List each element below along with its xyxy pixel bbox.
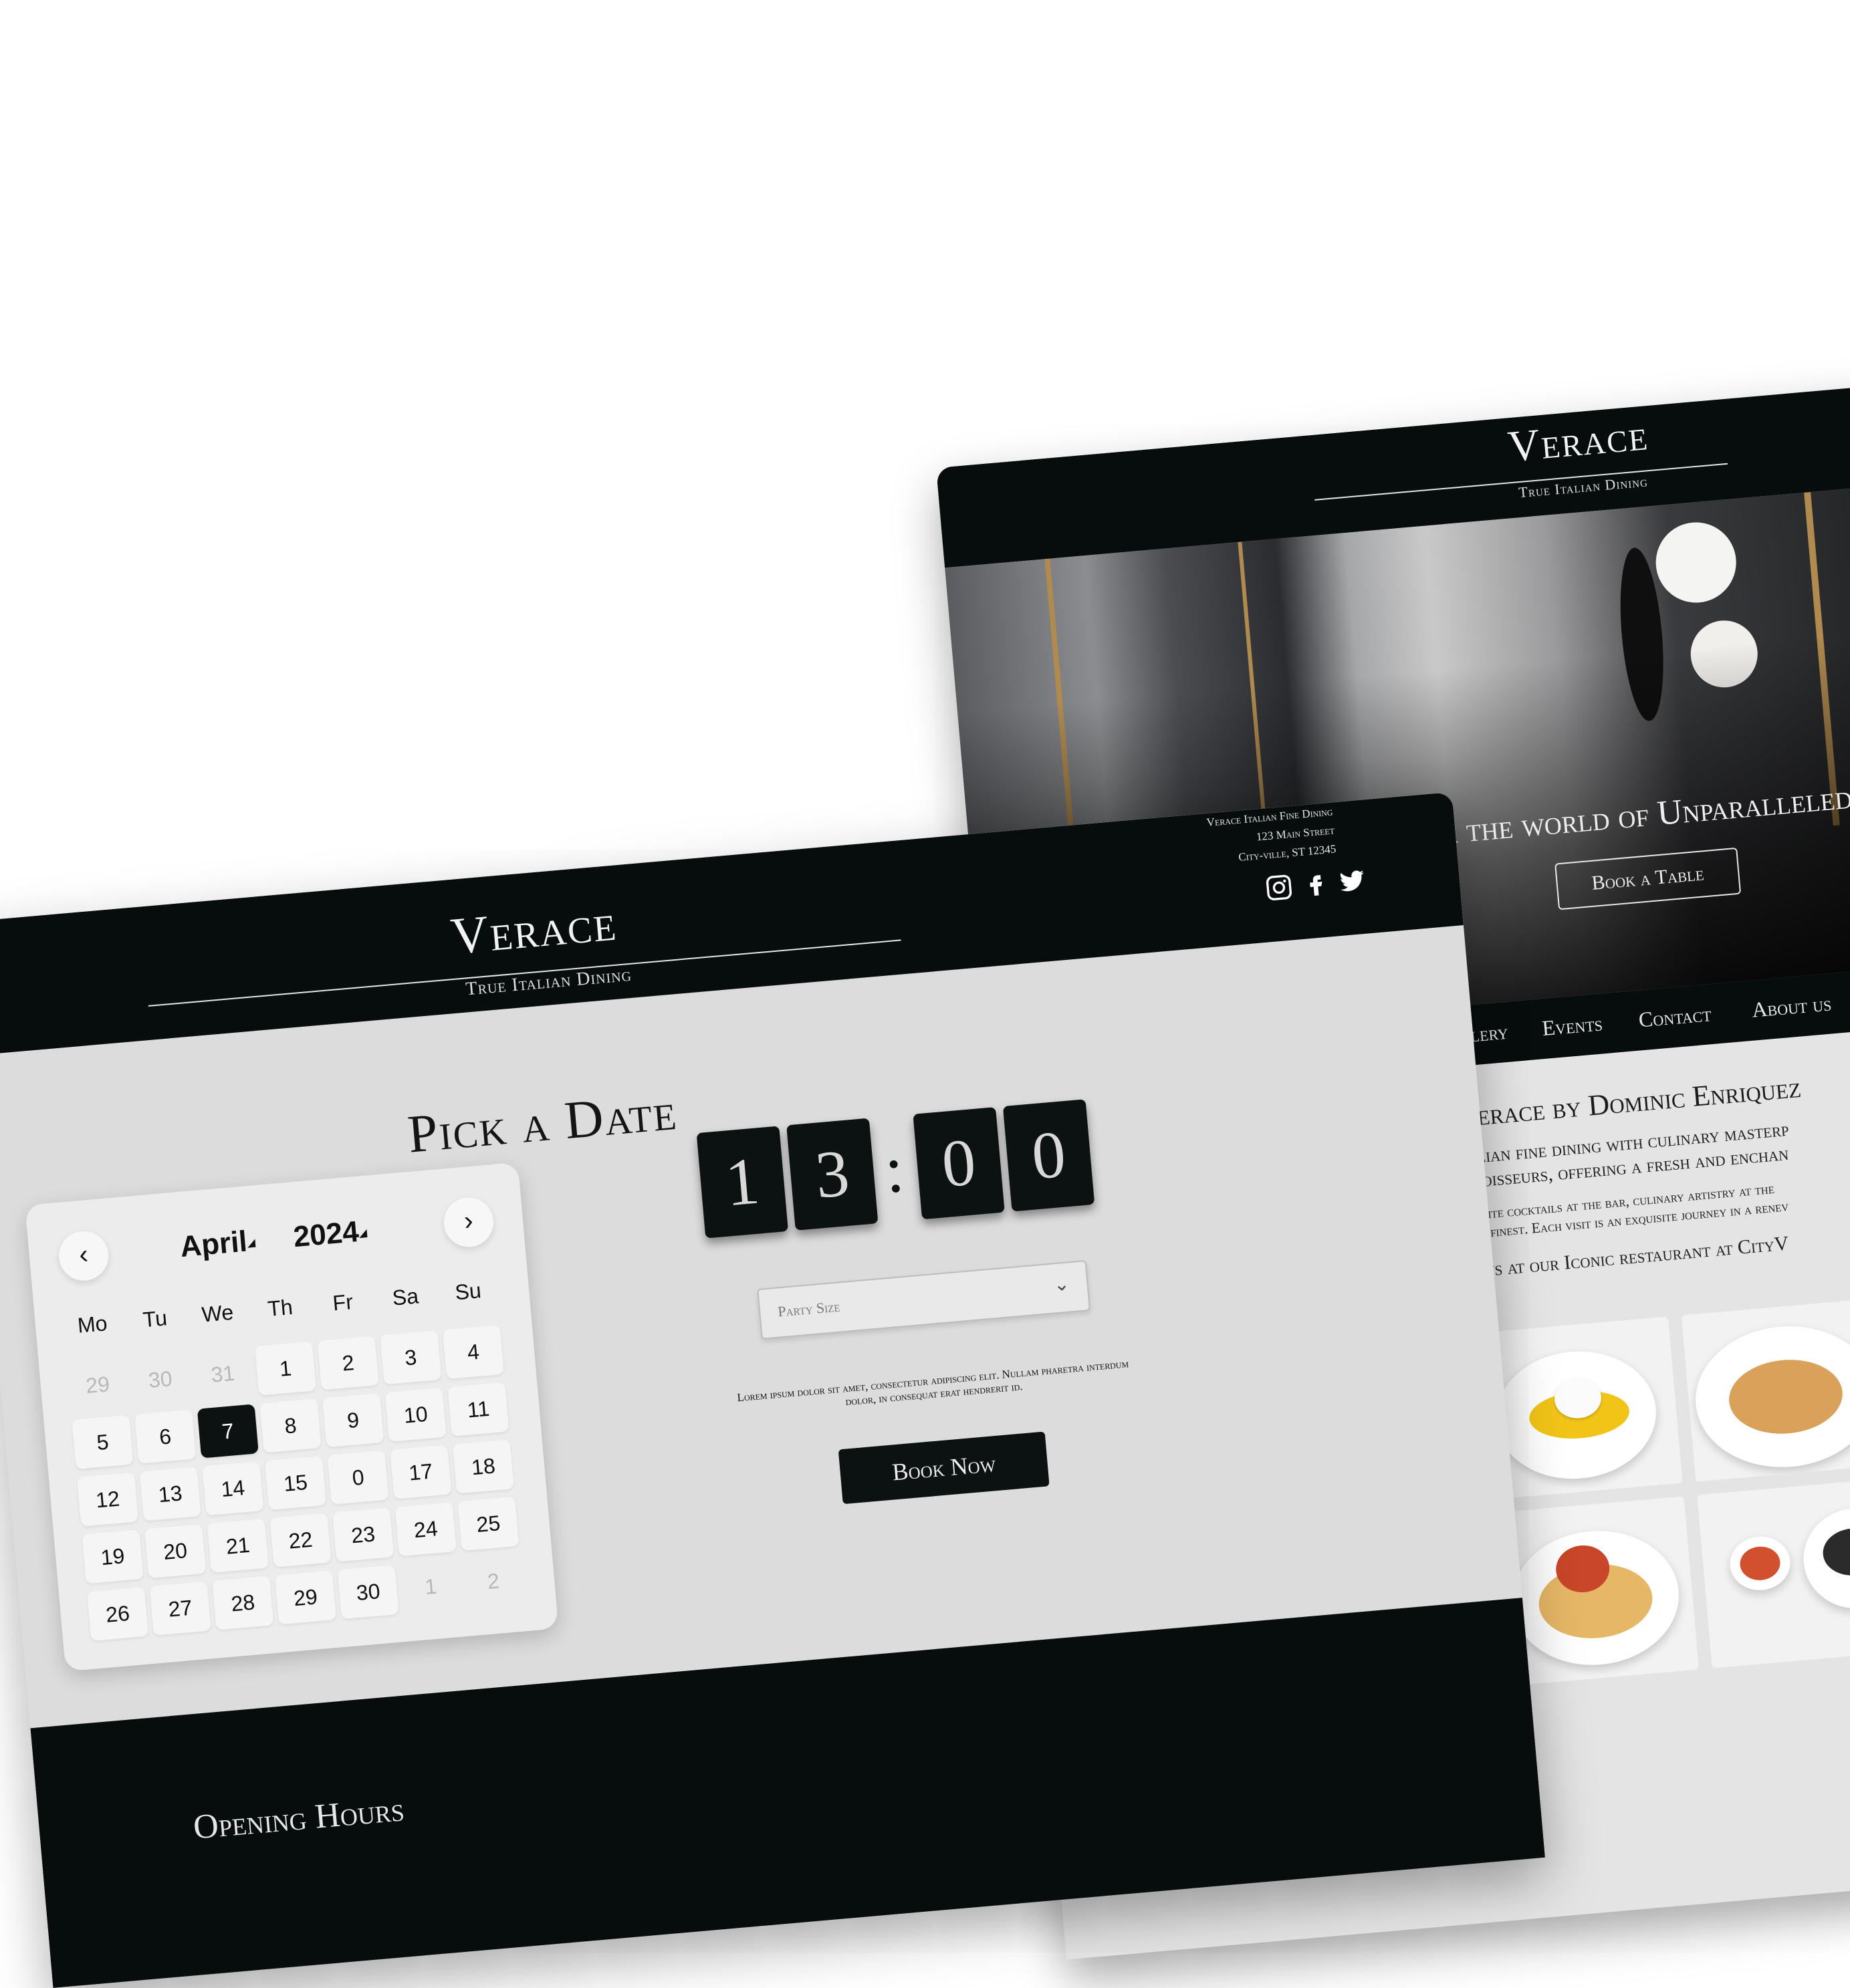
calendar-day[interactable]: 11: [447, 1382, 509, 1437]
nav-contact[interactable]: Contact: [1637, 1001, 1712, 1032]
calendar-day-outside-month: 30: [147, 1366, 174, 1392]
caret-down-icon: ◢: [358, 1227, 368, 1240]
party-size-select[interactable]: Party Size ⌄: [757, 1260, 1091, 1340]
calendar-day[interactable]: 6: [134, 1409, 197, 1464]
calendar-day[interactable]: 10: [384, 1387, 447, 1442]
calendar-day[interactable]: 1: [254, 1341, 317, 1396]
calendar-day[interactable]: 5: [72, 1414, 134, 1469]
calendar-day-outside-month: 2: [486, 1568, 501, 1594]
caret-down-icon: ◢: [246, 1237, 256, 1249]
calendar-day[interactable]: 20: [144, 1523, 207, 1579]
page-title: Pick a Date: [405, 1082, 680, 1164]
calendar-day[interactable]: 4: [442, 1324, 504, 1380]
chevron-down-icon: ⌄: [1052, 1273, 1070, 1295]
time-separator: :: [881, 1131, 907, 1207]
calendar-day[interactable]: 8: [259, 1398, 322, 1453]
calendar-day[interactable]: 29: [274, 1570, 337, 1625]
calendar-day[interactable]: 26: [86, 1586, 149, 1641]
calendar-day[interactable]: 21: [207, 1518, 269, 1573]
nav-events[interactable]: Events: [1541, 1011, 1603, 1041]
flower-decoration: [1688, 618, 1760, 691]
calendar-day[interactable]: 0: [327, 1450, 389, 1505]
weekday-label: Su: [453, 1278, 483, 1305]
calendar-day[interactable]: 14: [202, 1461, 264, 1516]
calendar-day[interactable]: 19: [82, 1529, 144, 1584]
book-a-table-button[interactable]: Book a Table: [1554, 847, 1742, 910]
booking-header: Verace True Italian Dining Verace Italia…: [0, 791, 1464, 1056]
party-size-placeholder: Party Size: [777, 1297, 841, 1320]
opening-hours-heading: Opening Hours: [191, 1790, 406, 1847]
weekday-label: Fr: [332, 1289, 354, 1316]
about-text-line: n us at our Iconic restaurant at CityV: [1468, 1232, 1790, 1282]
calendar-day[interactable]: 18: [452, 1439, 514, 1494]
time-digit-hour-ones[interactable]: 3: [786, 1118, 879, 1231]
previous-month-button[interactable]: ‹: [57, 1229, 111, 1283]
calendar-day-outside-month: 31: [210, 1360, 236, 1387]
time-digit-minute-ones[interactable]: 0: [1002, 1099, 1095, 1212]
flower-decoration: [1652, 519, 1740, 606]
calendar-day[interactable]: 3: [380, 1330, 442, 1385]
nav-about-us[interactable]: About us: [1751, 991, 1833, 1022]
date-picker-calendar: ‹ April◢ 2024◢ › Mo Tu We Th Fr Sa Su 29 30 31 1 2…: [25, 1162, 559, 1672]
day-grid: 29 30 31 1 2 3 4 5 6 7 8 9 10 11 12 13 14 15 0 17 18 19 20 21 22…: [25, 1162, 519, 1641]
month-select[interactable]: April◢: [179, 1224, 256, 1264]
weekday-header: Mo Tu We Th Fr Sa Su: [25, 1162, 517, 1338]
booking-info-text: Lorem ipsum dolor sit amet, consectetur …: [736, 1357, 1129, 1408]
weekday-label: We: [201, 1299, 235, 1327]
gallery-image-pasta: [1681, 1298, 1850, 1482]
calendar-day-outside-month: 1: [423, 1574, 438, 1600]
time-digit-hour-tens[interactable]: 1: [696, 1126, 788, 1239]
instagram-icon[interactable]: [1264, 873, 1293, 902]
calendar-day[interactable]: 22: [269, 1513, 332, 1568]
year-select[interactable]: 2024◢: [292, 1215, 368, 1254]
calendar-day[interactable]: 12: [76, 1472, 139, 1527]
brand-logo-title: Verace: [1506, 410, 1651, 472]
calendar-day-selected[interactable]: 7: [197, 1404, 259, 1459]
brand-logo-tagline: True Italian Dining: [1518, 473, 1649, 501]
calendar-day[interactable]: 25: [457, 1496, 519, 1551]
calendar-day[interactable]: 17: [390, 1445, 452, 1499]
calendar-day[interactable]: 30: [337, 1564, 399, 1620]
vase-decoration: [1614, 545, 1669, 723]
calendar-day[interactable]: 23: [332, 1507, 394, 1562]
facebook-icon[interactable]: [1301, 870, 1330, 898]
time-digit-minute-tens[interactable]: 0: [913, 1107, 1005, 1220]
brand-logo-title: Verace: [448, 892, 620, 965]
calendar-day-outside-month: 29: [84, 1372, 111, 1398]
next-month-button[interactable]: ›: [441, 1195, 496, 1249]
calendar-day[interactable]: 9: [322, 1392, 384, 1448]
weekday-label: Sa: [391, 1283, 420, 1310]
booking-screen: Verace True Italian Dining Verace Italia…: [0, 791, 1545, 1988]
calendar-day[interactable]: 13: [139, 1467, 201, 1521]
book-now-button[interactable]: Book Now: [838, 1431, 1050, 1505]
calendar-day[interactable]: 15: [264, 1455, 327, 1511]
twitter-icon[interactable]: [1338, 867, 1367, 896]
weekday-label: Th: [266, 1294, 294, 1321]
calendar-day[interactable]: 27: [149, 1581, 211, 1636]
weekday-label: Mo: [76, 1311, 108, 1338]
calendar-day[interactable]: 24: [394, 1502, 457, 1557]
calendar-day[interactable]: 28: [212, 1576, 274, 1630]
calendar-day[interactable]: 2: [317, 1336, 379, 1390]
gallery-image-mussels: [1697, 1478, 1850, 1668]
weekday-label: Tu: [142, 1306, 168, 1332]
